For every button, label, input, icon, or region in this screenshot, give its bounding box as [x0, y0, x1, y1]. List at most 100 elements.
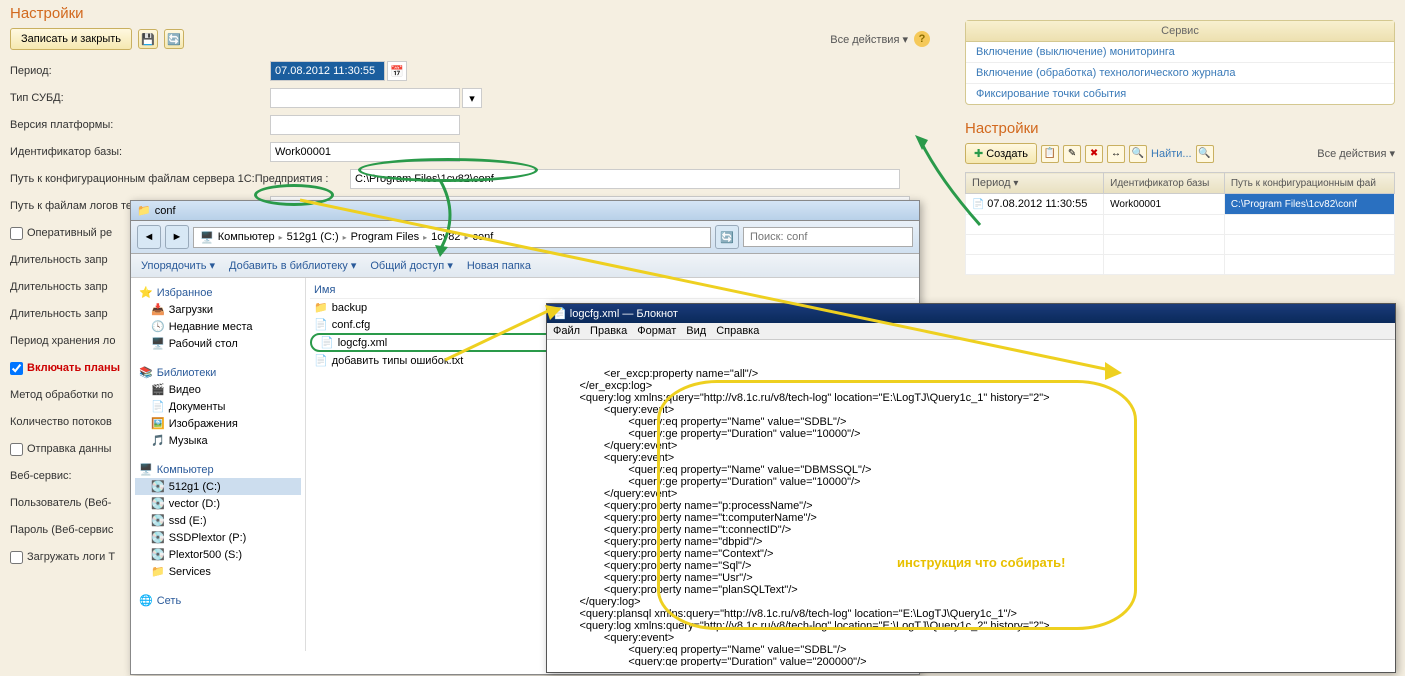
computer-icon: 🖥️: [200, 231, 214, 244]
cell-period: 📄 07.08.2012 11:30:55: [966, 194, 1104, 215]
settings-title: Настройки: [10, 5, 930, 22]
explorer-title: conf: [155, 205, 176, 217]
notepad-text: <er_excp:property name="all"/> </er_excp…: [555, 368, 1387, 666]
notepad-icon: 📄: [553, 307, 567, 320]
col-confpath[interactable]: Путь к конфигурационным фай: [1224, 173, 1394, 194]
label-platform: Версия платформы:: [10, 119, 270, 131]
clear-icon[interactable]: 🔍: [1196, 145, 1214, 163]
sb-computer[interactable]: 🖥️ Компьютер: [135, 461, 301, 478]
settings-table: Период ▾ Идентификатор базы Путь к конфи…: [965, 172, 1395, 275]
help-icon[interactable]: ?: [914, 31, 930, 47]
sb-music[interactable]: 🎵 Музыка: [135, 432, 301, 449]
right-all-actions[interactable]: Все действия ▾: [1317, 147, 1395, 160]
dbms-dropdown[interactable]: ▾: [462, 88, 482, 108]
path-seg[interactable]: 512g1 (C:): [287, 231, 339, 243]
search-icon[interactable]: 🔍: [1129, 145, 1147, 163]
right-settings-title: Настройки: [965, 120, 1395, 137]
sb-drive-e[interactable]: 💽 ssd (E:): [135, 512, 301, 529]
edit-icon[interactable]: ✎: [1063, 145, 1081, 163]
create-button[interactable]: ✚Создать: [965, 143, 1037, 164]
sb-libraries[interactable]: 📚 Библиотеки: [135, 364, 301, 381]
settings-toolbar: Записать и закрыть 💾 🔄 Все действия ▾ ?: [10, 28, 930, 50]
label-confpath: Путь к конфигурационным файлам сервера 1…: [10, 173, 350, 185]
service-item-event[interactable]: Фиксирование точки события: [966, 84, 1394, 104]
refresh-button[interactable]: 🔄: [715, 225, 739, 249]
send-data-checkbox[interactable]: [10, 443, 23, 456]
menu-format[interactable]: Формат: [637, 325, 676, 337]
calendar-button[interactable]: 📅: [387, 61, 407, 81]
dbms-input[interactable]: [270, 88, 460, 108]
notepad-titlebar[interactable]: 📄 logcfg.xml — Блокнот: [547, 304, 1395, 323]
label-dbms: Тип СУБД:: [10, 92, 270, 104]
table-row[interactable]: 📄 07.08.2012 11:30:55 Work00001 C:\Progr…: [966, 194, 1395, 215]
refresh-icon[interactable]: 🔄: [164, 29, 184, 49]
explorer-titlebar[interactable]: 📁 conf: [131, 201, 919, 221]
service-box: Сервис Включение (выключение) мониторинг…: [965, 20, 1395, 105]
annotation-text: инструкция что собирать!: [897, 555, 1065, 570]
sb-images[interactable]: 🖼️ Изображения: [135, 415, 301, 432]
sb-network[interactable]: 🌐 Сеть: [135, 592, 301, 609]
delete-icon[interactable]: ✖: [1085, 145, 1103, 163]
path-seg[interactable]: Компьютер: [218, 231, 275, 243]
save-close-button[interactable]: Записать и закрыть: [10, 28, 132, 50]
explorer-toolbar: Упорядочить ▾ Добавить в библиотеку ▾ Об…: [131, 254, 919, 278]
explorer-sidebar: ⭐ Избранное 📥 Загрузки 🕓 Недавние места …: [131, 278, 306, 651]
sb-documents[interactable]: 📄 Документы: [135, 398, 301, 415]
cell-dbid: Work00001: [1104, 194, 1225, 215]
move-icon[interactable]: ↔: [1107, 145, 1125, 163]
right-toolbar: ✚Создать 📋 ✎ ✖ ↔ 🔍 Найти... 🔍 Все действ…: [965, 143, 1395, 164]
menu-help[interactable]: Справка: [716, 325, 759, 337]
sb-drive-c[interactable]: 💽 512g1 (C:): [135, 478, 301, 495]
menu-edit[interactable]: Правка: [590, 325, 627, 337]
search-input[interactable]: [743, 227, 913, 247]
sb-downloads[interactable]: 📥 Загрузки: [135, 301, 301, 318]
cell-confpath: C:\Program Files\1cv82\conf: [1224, 194, 1394, 215]
path-seg[interactable]: Program Files: [351, 231, 419, 243]
sb-recent[interactable]: 🕓 Недавние места: [135, 318, 301, 335]
notepad-window: 📄 logcfg.xml — Блокнот Файл Правка Форма…: [546, 303, 1396, 673]
notepad-content[interactable]: <er_excp:property name="all"/> </er_excp…: [547, 340, 1395, 666]
sb-drive-p[interactable]: 💽 SSDPlextor (P:): [135, 529, 301, 546]
menu-view[interactable]: Вид: [686, 325, 706, 337]
folder-icon: 📁: [137, 204, 151, 217]
service-item-monitoring[interactable]: Включение (выключение) мониторинга: [966, 42, 1394, 63]
service-header: Сервис: [966, 21, 1394, 42]
sb-desktop[interactable]: 🖥️ Рабочий стол: [135, 335, 301, 352]
label-period: Период:: [10, 65, 270, 77]
organize-menu[interactable]: Упорядочить ▾: [141, 259, 215, 272]
col-dbid[interactable]: Идентификатор базы: [1104, 173, 1225, 194]
forward-button[interactable]: ►: [165, 225, 189, 249]
addlib-menu[interactable]: Добавить в библиотеку ▾: [229, 259, 356, 272]
load-logs-checkbox[interactable]: [10, 551, 23, 564]
operational-checkbox[interactable]: [10, 227, 23, 240]
include-plans-checkbox[interactable]: [10, 362, 23, 375]
path-seg[interactable]: 1cv82: [431, 231, 460, 243]
label-dbid: Идентификатор базы:: [10, 146, 270, 158]
share-menu[interactable]: Общий доступ ▾: [370, 259, 452, 272]
service-item-techlog[interactable]: Включение (обработка) технологического ж…: [966, 63, 1394, 84]
address-path[interactable]: 🖥️ Компьютер▸ 512g1 (C:)▸ Program Files▸…: [193, 227, 711, 248]
newfolder-button[interactable]: Новая папка: [467, 260, 531, 272]
sb-video[interactable]: 🎬 Видео: [135, 381, 301, 398]
notepad-title: logcfg.xml — Блокнот: [570, 308, 678, 320]
copy-icon[interactable]: 📋: [1041, 145, 1059, 163]
sb-services[interactable]: 📁 Services: [135, 563, 301, 580]
period-input[interactable]: [270, 61, 385, 81]
sb-favorites[interactable]: ⭐ Избранное: [135, 284, 301, 301]
explorer-addressbar: ◄ ► 🖥️ Компьютер▸ 512g1 (C:)▸ Program Fi…: [131, 221, 919, 254]
dbid-input[interactable]: [270, 142, 460, 162]
menu-file[interactable]: Файл: [553, 325, 580, 337]
confpath-input[interactable]: [350, 169, 900, 189]
col-name[interactable]: Имя: [310, 282, 915, 299]
sb-drive-d[interactable]: 💽 vector (D:): [135, 495, 301, 512]
find-link[interactable]: Найти...: [1151, 148, 1192, 160]
col-period[interactable]: Период ▾: [966, 173, 1104, 194]
platform-input[interactable]: [270, 115, 460, 135]
sb-drive-s[interactable]: 💽 Plextor500 (S:): [135, 546, 301, 563]
back-button[interactable]: ◄: [137, 225, 161, 249]
save-icon[interactable]: 💾: [138, 29, 158, 49]
all-actions-menu[interactable]: Все действия ▾: [830, 33, 908, 46]
path-seg[interactable]: conf: [473, 231, 494, 243]
right-panel: Сервис Включение (выключение) мониторинг…: [965, 20, 1395, 275]
notepad-menubar: Файл Правка Формат Вид Справка: [547, 323, 1395, 340]
